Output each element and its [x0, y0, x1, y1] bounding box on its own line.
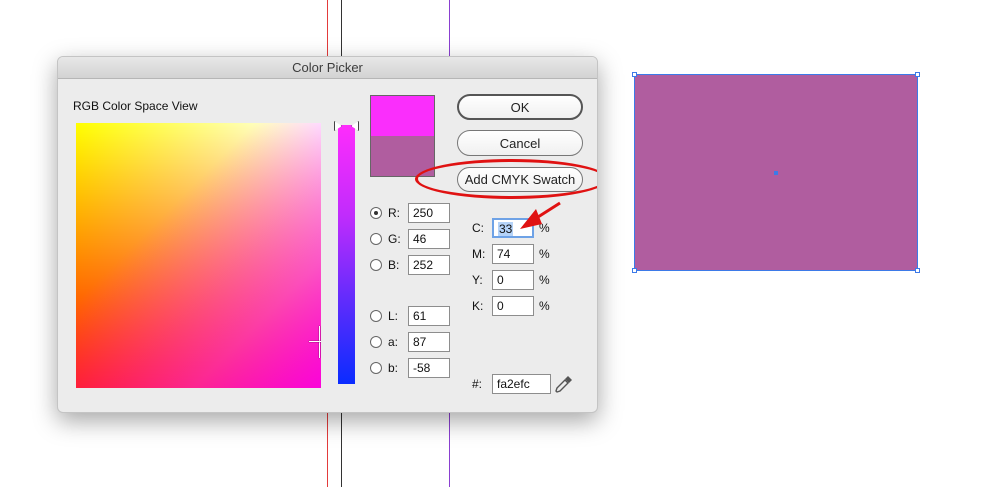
- rgb-row-r: R: 250: [370, 203, 450, 223]
- lab-row-b: b: -58: [370, 358, 450, 378]
- g-field[interactable]: 46: [408, 229, 450, 249]
- lab-row-l: L: 61: [370, 306, 450, 326]
- r-field[interactable]: 250: [408, 203, 450, 223]
- radio-l[interactable]: [370, 310, 382, 322]
- new-color-swatch: [370, 95, 435, 136]
- b-field[interactable]: 252: [408, 255, 450, 275]
- m-field[interactable]: 74: [492, 244, 534, 264]
- slider-knob-icon[interactable]: [351, 121, 359, 131]
- radio-a[interactable]: [370, 336, 382, 348]
- cmyk-row-k: K: 0 %: [472, 296, 550, 316]
- dialog-title: Color Picker: [292, 60, 363, 75]
- resize-handle-bottom-right[interactable]: [915, 268, 920, 273]
- lab-row-a: a: 87: [370, 332, 450, 352]
- radio-r[interactable]: [370, 207, 382, 219]
- color-slider[interactable]: [334, 121, 359, 384]
- l-field[interactable]: 61: [408, 306, 450, 326]
- cmyk-row-m: M: 74 %: [472, 244, 550, 264]
- hex-row: #: fa2efc: [472, 374, 551, 394]
- radio-lab-b[interactable]: [370, 362, 382, 374]
- resize-handle-top-left[interactable]: [632, 72, 637, 77]
- rgb-row-b: B: 252: [370, 255, 450, 275]
- rgb-row-g: G: 46: [370, 229, 450, 249]
- c-field[interactable]: 33: [492, 218, 534, 238]
- ok-button[interactable]: OK: [457, 94, 583, 120]
- resize-handle-top-right[interactable]: [915, 72, 920, 77]
- eyedropper-icon[interactable]: [554, 374, 574, 394]
- color-space-label: RGB Color Space View: [73, 99, 198, 113]
- cmyk-row-c: C: 33 %: [472, 218, 550, 238]
- y-field[interactable]: 0: [492, 270, 534, 290]
- cmyk-row-y: Y: 0 %: [472, 270, 550, 290]
- crosshair-icon[interactable]: [309, 326, 321, 358]
- color-field[interactable]: [76, 123, 321, 388]
- hex-field[interactable]: fa2efc: [492, 374, 551, 394]
- color-picker-dialog: Color Picker RGB Color Space View OK Can…: [57, 56, 598, 413]
- resize-handle-bottom-left[interactable]: [632, 268, 637, 273]
- annotation-highlight-ellipse: [415, 159, 597, 199]
- dialog-titlebar[interactable]: Color Picker: [58, 57, 597, 79]
- radio-g[interactable]: [370, 233, 382, 245]
- radio-b[interactable]: [370, 259, 382, 271]
- cancel-button[interactable]: Cancel: [457, 130, 583, 156]
- k-field[interactable]: 0: [492, 296, 534, 316]
- a-field[interactable]: 87: [408, 332, 450, 352]
- center-point: [774, 171, 778, 175]
- selected-rectangle[interactable]: [632, 72, 920, 273]
- lab-b-field[interactable]: -58: [408, 358, 450, 378]
- slider-knob-icon[interactable]: [334, 121, 342, 131]
